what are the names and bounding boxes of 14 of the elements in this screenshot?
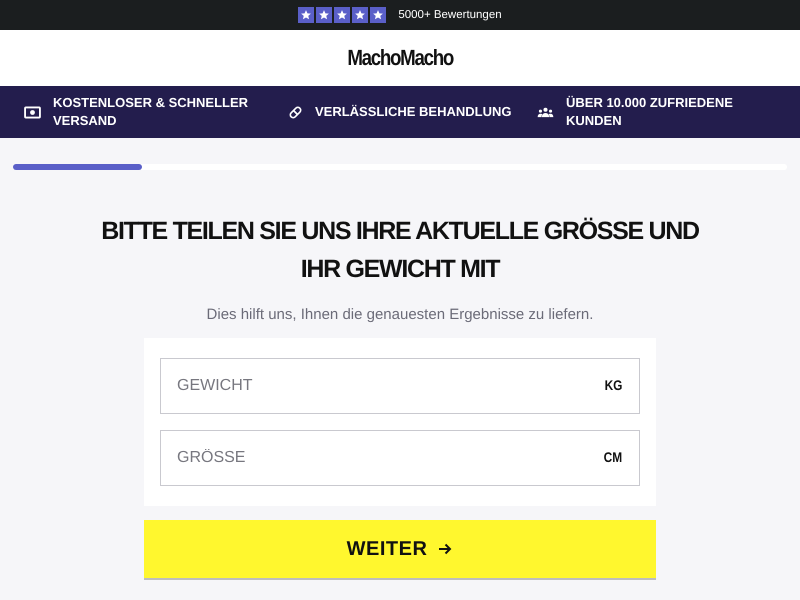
review-count: 5000+ Bewertungen (398, 9, 502, 21)
feature-label: ÜBER 10.000 ZUFRIEDENE KUNDEN (566, 94, 734, 130)
pill-icon (288, 104, 303, 120)
money-icon (24, 106, 41, 118)
arrow-icon (437, 541, 454, 557)
feature-label: KOSTENLOSER & SCHNELLER VERSAND (53, 94, 250, 130)
logo[interactable]: MachoMacho (347, 45, 453, 71)
unit-label: CM (604, 449, 622, 465)
people-icon (537, 106, 554, 118)
heading: BITTE TEILEN SIE UNS IHRE AKTUELLE GRÖSSE UND IHR GEWICHT MIT (100, 216, 700, 285)
feature-label: VERLÄSSLICHE BEHANDLUNG (315, 103, 512, 121)
unit-label: KG (604, 377, 622, 393)
subheading: Dies hilft uns, Ihnen die genauesten Ergebnisse zu liefern. (206, 306, 594, 323)
continue-button[interactable]: WEITER (144, 520, 656, 580)
